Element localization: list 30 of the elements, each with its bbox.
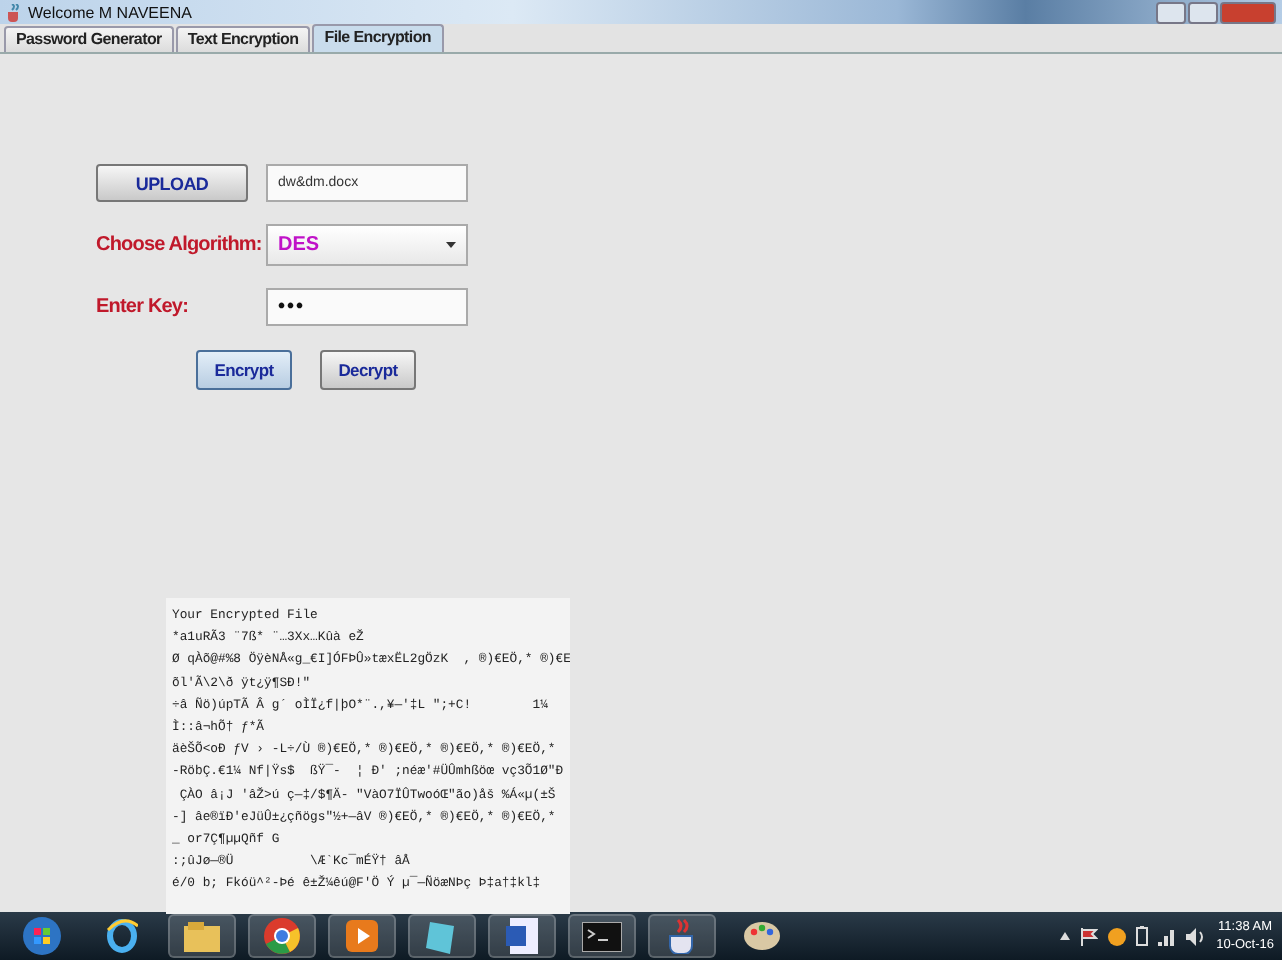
decrypt-button[interactable]: Decrypt bbox=[320, 350, 416, 390]
status-dot-icon[interactable] bbox=[1108, 927, 1127, 945]
folder-icon[interactable] bbox=[184, 921, 220, 951]
upload-button[interactable]: UPLOAD bbox=[96, 164, 248, 202]
window-title: Welcome M NAVEENA bbox=[28, 3, 192, 21]
java-cup-icon bbox=[6, 3, 22, 21]
java-cup-icon[interactable] bbox=[666, 918, 698, 954]
start-orb-icon[interactable] bbox=[22, 916, 62, 956]
terminal-icon[interactable] bbox=[582, 921, 622, 951]
minimize-button[interactable] bbox=[1156, 1, 1186, 23]
paint-palette-icon[interactable] bbox=[744, 920, 780, 952]
media-player-icon[interactable] bbox=[346, 920, 378, 952]
algorithm-dropdown[interactable]: DES bbox=[266, 224, 468, 266]
encrypt-button[interactable]: Encrypt bbox=[196, 350, 292, 390]
dropdown-arrow-icon[interactable] bbox=[446, 242, 456, 248]
chrome-icon[interactable] bbox=[264, 918, 300, 954]
tab[interactable]: Text Encryption bbox=[175, 26, 311, 52]
tab[interactable]: Password Generator bbox=[4, 26, 174, 52]
algorithm-label: Choose Algorithm: bbox=[96, 234, 264, 256]
document-icon[interactable] bbox=[506, 918, 538, 954]
flag-icon[interactable] bbox=[1080, 927, 1099, 945]
tab[interactable]: File Encryption bbox=[312, 24, 444, 52]
key-label: Enter Key: bbox=[96, 296, 191, 318]
key-field[interactable]: ••• bbox=[266, 288, 468, 326]
close-button[interactable] bbox=[1220, 1, 1276, 23]
signal-bars-icon[interactable] bbox=[1158, 927, 1177, 945]
battery-icon[interactable] bbox=[1136, 926, 1149, 946]
speaker-icon[interactable] bbox=[1186, 927, 1207, 945]
show-hidden-icons-icon[interactable] bbox=[1060, 932, 1071, 940]
maximize-button[interactable] bbox=[1188, 1, 1218, 23]
